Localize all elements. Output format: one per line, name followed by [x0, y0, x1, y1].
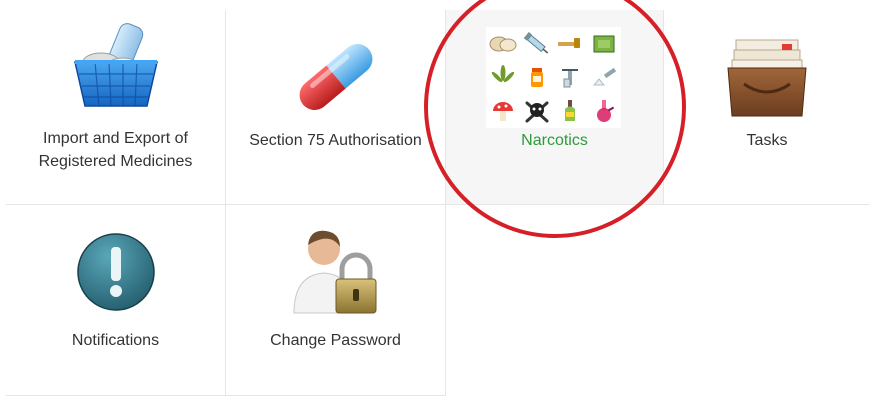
- medicine-basket-icon: [73, 23, 158, 107]
- tile-notifications[interactable]: Notifications: [6, 205, 226, 396]
- tile-tasks[interactable]: Tasks: [664, 10, 870, 205]
- narcotics-collage-icon: [486, 27, 621, 128]
- tile-section-75-label: Section 75 Authorisation: [249, 132, 422, 149]
- pill-bottle-icon: [530, 68, 543, 88]
- lab-tools-icon: [562, 69, 579, 88]
- bong-icon: [597, 100, 615, 123]
- tile-narcotics[interactable]: Narcotics: [446, 10, 664, 205]
- capsule-icon: [299, 44, 372, 110]
- tile-label-line: Import and Export of: [43, 130, 188, 147]
- tile-change-password[interactable]: Change Password: [226, 205, 446, 396]
- info-alert-icon: [76, 233, 155, 311]
- pipe-icon: [558, 37, 581, 48]
- tile-section-75[interactable]: Section 75 Authorisation: [226, 10, 446, 205]
- syringe-icon: [523, 31, 548, 54]
- cash-icon: [593, 35, 615, 53]
- skull-crossbones-icon: [525, 101, 549, 123]
- pills-icon: [489, 36, 517, 52]
- tile-narcotics-label: Narcotics: [521, 132, 588, 149]
- cannabis-leaf-icon: [491, 65, 515, 83]
- tile-import-export-label: Import and Export of Registered Medicine…: [6, 127, 225, 173]
- file-box-icon: [727, 39, 807, 117]
- tile-change-password-label: Change Password: [270, 332, 401, 349]
- liquor-bottle-icon: [565, 100, 576, 122]
- tile-label-line: Registered Medicines: [38, 153, 193, 170]
- tile-notifications-label: Notifications: [71, 332, 160, 349]
- mushroom-icon: [492, 102, 513, 122]
- tile-tasks-label: Tasks: [746, 132, 788, 149]
- razor-powder-icon: [593, 68, 617, 86]
- tile-import-export[interactable]: Import and Export of Registered Medicine…: [6, 10, 226, 205]
- dashboard-tile-grid: Import and Export of Registered Medicine…: [6, 10, 870, 396]
- user-lock-icon: [292, 230, 376, 314]
